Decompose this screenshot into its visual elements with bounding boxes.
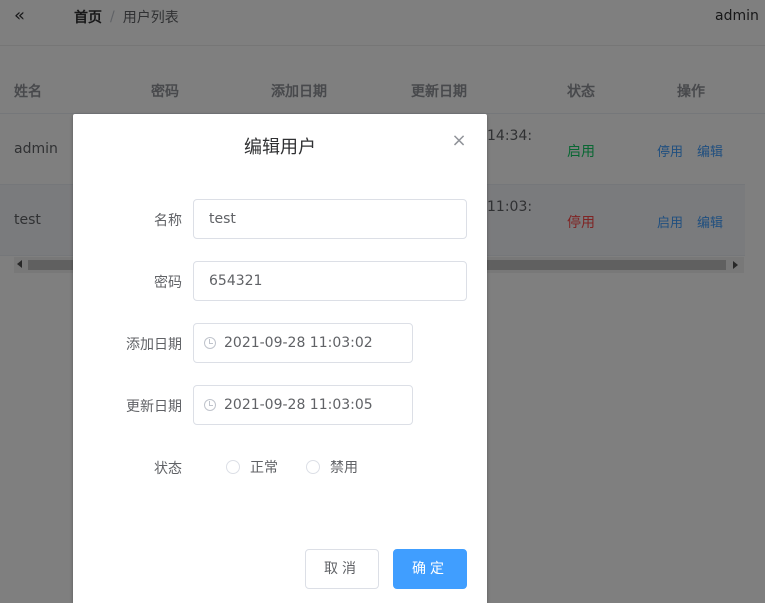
- created-date-picker[interactable]: 2021-09-28 11:03:02: [193, 323, 413, 363]
- radio-label: 禁用: [330, 460, 358, 476]
- status-radio-normal[interactable]: 正常: [226, 457, 278, 477]
- password-value: 654321: [209, 273, 263, 289]
- clock-icon: [204, 337, 216, 349]
- close-icon[interactable]: ×: [451, 132, 467, 150]
- name-input[interactable]: test: [193, 199, 467, 239]
- cancel-button[interactable]: 取消: [305, 549, 379, 589]
- updated-date-value: 2021-09-28 11:03:05: [224, 397, 373, 413]
- name-value: test: [209, 211, 236, 227]
- password-label: 密码: [154, 275, 182, 291]
- status-radio-group: 正常 禁用: [226, 457, 386, 477]
- password-input[interactable]: 654321: [193, 261, 467, 301]
- updated-date-label: 更新日期: [126, 399, 182, 415]
- updated-date-picker[interactable]: 2021-09-28 11:03:05: [193, 385, 413, 425]
- radio-label: 正常: [250, 460, 278, 476]
- radio-circle-icon[interactable]: [226, 460, 240, 474]
- name-label: 名称: [154, 213, 182, 229]
- dialog-title: 编辑用户: [244, 137, 316, 158]
- created-date-label: 添加日期: [126, 337, 182, 353]
- status-radio-disabled[interactable]: 禁用: [306, 457, 358, 477]
- confirm-button[interactable]: 确定: [393, 549, 467, 589]
- clock-icon: [204, 399, 216, 411]
- edit-user-dialog: 编辑用户 × 名称 test 密码 654321 添加日期 2021-09-28…: [73, 114, 487, 603]
- status-label: 状态: [154, 461, 182, 477]
- created-date-value: 2021-09-28 11:03:02: [224, 335, 373, 351]
- radio-circle-icon[interactable]: [306, 460, 320, 474]
